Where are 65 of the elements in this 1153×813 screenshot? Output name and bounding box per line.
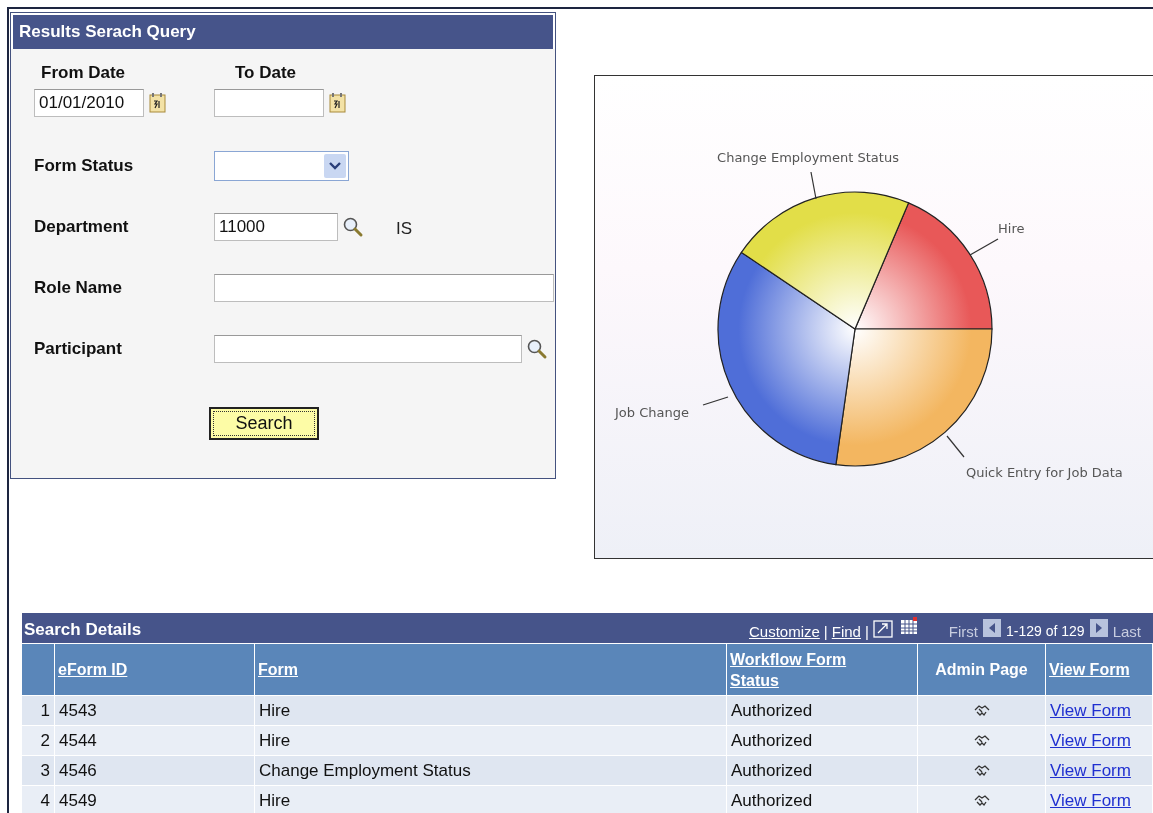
role-name-field[interactable]: [214, 274, 554, 302]
table-title: Search Details: [24, 620, 143, 640]
search-button[interactable]: Search: [209, 407, 319, 440]
handshake-icon[interactable]: [972, 733, 991, 748]
leader-line: [810, 171, 817, 200]
search-icon[interactable]: [526, 338, 548, 360]
field-label: Role Name: [34, 278, 122, 298]
leader-line: [946, 435, 965, 458]
slice-label: Change Employment Status: [717, 150, 899, 165]
column-header[interactable]: Workflow Form Status: [727, 643, 918, 695]
column-header: [22, 643, 55, 695]
column-header[interactable]: View Form: [1046, 643, 1153, 695]
handshake-icon[interactable]: [972, 793, 991, 808]
table-cell: 4543: [55, 695, 255, 725]
row-number: 3: [22, 755, 55, 785]
table-cell: Hire: [255, 725, 727, 755]
leader-line: [969, 238, 999, 256]
date-field[interactable]: 01/01/2010: [34, 89, 144, 117]
toolbar-link[interactable]: Find: [831, 622, 861, 640]
table-cell: 4544: [55, 725, 255, 755]
table-cell: Authorized: [727, 755, 918, 785]
handshake-icon[interactable]: [972, 703, 991, 718]
field-label: To Date: [235, 63, 298, 83]
field-label: Participant: [34, 339, 122, 359]
table-cell: Authorized: [727, 785, 918, 813]
next-icon[interactable]: [1088, 618, 1109, 638]
table-cell: Authorized: [727, 725, 918, 755]
leader-line: [702, 396, 729, 406]
row-number: 2: [22, 725, 55, 755]
grid-icon[interactable]: [898, 616, 919, 636]
separator: |: [864, 622, 869, 640]
slice-label: Hire: [998, 221, 1025, 236]
department-description: IS: [396, 219, 413, 239]
search-icon[interactable]: [342, 216, 364, 238]
calendar-icon[interactable]: [328, 92, 348, 114]
row-number: 1: [22, 695, 55, 725]
table-cell: Hire: [255, 785, 727, 813]
field-label: Department: [34, 217, 129, 237]
row-number: 4: [22, 785, 55, 813]
date-field[interactable]: [214, 89, 324, 117]
participant-field[interactable]: [214, 335, 522, 363]
toolbar-link[interactable]: Customize: [749, 622, 820, 640]
department-field[interactable]: 11000: [214, 213, 338, 241]
field-label: From Date: [41, 63, 127, 83]
column-header[interactable]: Form: [255, 643, 727, 695]
calendar-icon[interactable]: [148, 92, 168, 114]
field-label: Form Status: [34, 156, 134, 176]
handshake-icon[interactable]: [972, 763, 991, 778]
previous-icon[interactable]: [982, 618, 1002, 638]
slice-label: Quick Entry for Job Data: [966, 465, 1123, 480]
table-cell: Hire: [255, 695, 727, 725]
column-header: Admin Page: [918, 643, 1046, 695]
table-cell: Change Employment Status: [255, 755, 727, 785]
chevron-down-icon: [329, 162, 341, 170]
page-range: 1-129 of 129: [1006, 623, 1085, 639]
table-cell: 4549: [55, 785, 255, 813]
window-icon[interactable]: [872, 620, 893, 638]
last-label: Last: [1112, 622, 1141, 640]
first-label: First: [948, 622, 978, 640]
table-cell: 4546: [55, 755, 255, 785]
panel-title: Results Serach Query: [11, 13, 555, 49]
table-cell: Authorized: [727, 695, 918, 725]
slice-label: Job Change: [615, 405, 689, 420]
separator: |: [823, 622, 828, 640]
column-header[interactable]: eForm ID: [55, 643, 255, 695]
